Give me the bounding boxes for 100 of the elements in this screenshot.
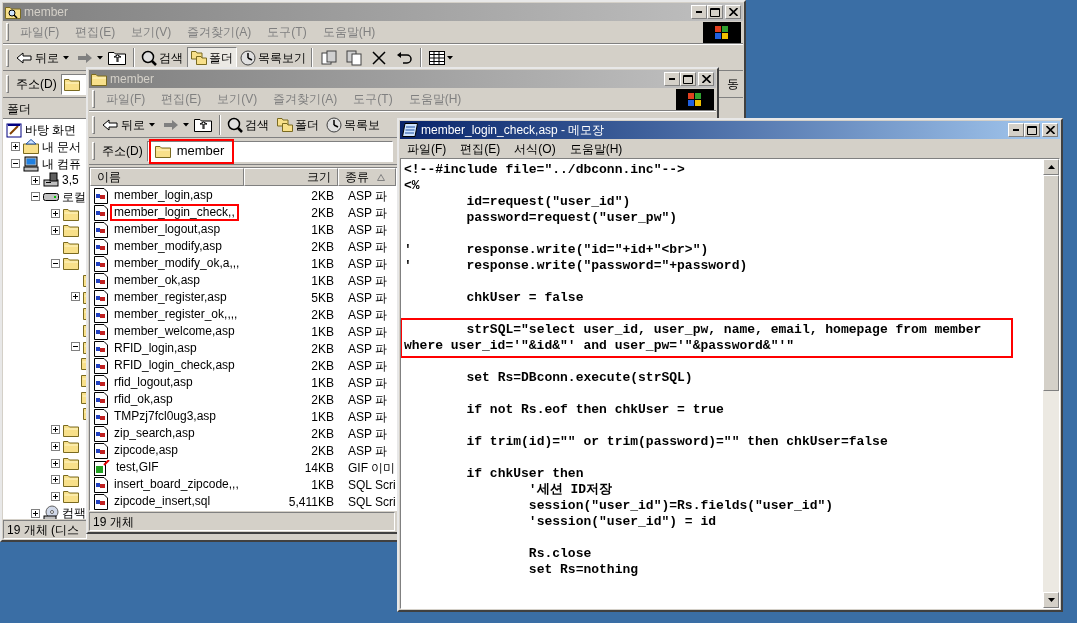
search-button[interactable]: 검색 <box>140 46 184 69</box>
tree-item-label[interactable]: 3,5 <box>62 173 79 188</box>
file-name[interactable]: member_login,asp <box>110 187 217 204</box>
file-type: ASP 파 <box>347 425 388 443</box>
caret-icon[interactable] <box>149 122 155 127</box>
expand-toggle[interactable] <box>31 508 40 518</box>
close-icon <box>701 75 711 83</box>
expand-toggle[interactable] <box>51 209 60 218</box>
address-field[interactable]: member <box>146 140 393 162</box>
search-button[interactable]: 검색 <box>226 113 270 136</box>
expand-toggle[interactable] <box>11 142 20 152</box>
expand-toggle[interactable] <box>71 292 80 302</box>
maximize-button[interactable] <box>1024 123 1040 137</box>
file-name[interactable]: rfid_logout,asp <box>110 374 197 391</box>
file-name[interactable]: member_modify_ok,a,,, <box>110 255 244 272</box>
minimize-button[interactable] <box>691 5 707 19</box>
menu-item[interactable]: 서식(O) <box>507 139 563 158</box>
maximize-button[interactable] <box>707 5 723 19</box>
collapse-toggle[interactable] <box>71 342 80 352</box>
caret-icon[interactable] <box>97 55 103 60</box>
file-name[interactable]: test,GIF <box>112 459 163 476</box>
up-arrow-icon <box>1047 165 1055 169</box>
tree-item-label[interactable]: 로컬 <box>62 189 86 204</box>
expand-toggle[interactable] <box>51 458 60 468</box>
maximize-button[interactable] <box>680 72 696 86</box>
back-button[interactable]: 뒤로 <box>15 46 60 69</box>
caret-icon[interactable] <box>447 55 453 60</box>
minimize-icon <box>669 78 675 80</box>
expand-toggle[interactable] <box>51 475 60 485</box>
file-name[interactable]: member_welcome,asp <box>110 323 239 340</box>
close-button[interactable] <box>698 72 714 86</box>
minimize-button[interactable] <box>664 72 680 86</box>
address-label: 주소(D) <box>102 143 143 160</box>
collapse-toggle[interactable] <box>51 258 60 268</box>
back-button[interactable]: 뒤로 <box>101 113 146 136</box>
scroll-thumb[interactable] <box>1043 175 1059 391</box>
script-file-icon <box>94 374 108 391</box>
expand-toggle[interactable] <box>51 491 60 501</box>
flag-icon <box>688 92 702 106</box>
toolbar-grip[interactable] <box>6 48 9 67</box>
expand-toggle[interactable] <box>51 442 60 451</box>
file-name[interactable]: insert_board_zipcode,,, <box>110 476 243 493</box>
file-name[interactable]: RFID_login_check,asp <box>110 357 239 374</box>
menu-item[interactable]: 도움말(H) <box>562 139 630 158</box>
code-line: id=request("user_id") <box>465 194 632 210</box>
toolbar-grip[interactable] <box>6 75 9 93</box>
forward-arrow-icon <box>163 118 179 131</box>
file-name[interactable]: TMPzj7fcl0ug3,asp <box>110 408 221 425</box>
expand-toggle[interactable] <box>31 175 40 185</box>
toolbar-grip[interactable] <box>92 115 95 134</box>
close-button[interactable] <box>725 5 741 19</box>
title-bar[interactable]: member_login_check,asp - 메모장 <box>400 121 1060 139</box>
go-button[interactable]: 동 <box>717 73 743 95</box>
collapse-toggle[interactable] <box>31 192 40 202</box>
folders-button[interactable]: 폴더 <box>187 46 237 69</box>
image-file-icon <box>94 459 110 476</box>
folder-icon <box>63 239 79 254</box>
toolbar-grip[interactable] <box>92 142 95 160</box>
expand-toggle[interactable] <box>51 225 60 235</box>
toolbar-grip[interactable] <box>92 90 95 108</box>
toolbar-grip[interactable] <box>6 23 9 41</box>
script-file-icon <box>94 306 108 323</box>
file-name[interactable]: member_register_ok,,,, <box>110 306 242 323</box>
code-line: <% <box>404 178 421 194</box>
file-name[interactable]: member_register,asp <box>110 289 231 306</box>
file-name[interactable]: member_login_check,, <box>110 204 239 221</box>
file-name[interactable]: rfid_ok,asp <box>110 391 177 408</box>
minimize-button[interactable] <box>1008 123 1024 137</box>
file-name[interactable]: member_ok,asp <box>110 272 205 289</box>
tree-item-label[interactable]: 내 컴퓨 <box>42 156 82 171</box>
expand-toggle[interactable] <box>51 425 60 435</box>
column-header[interactable]: 종류 <box>338 168 396 186</box>
file-name[interactable]: zipcode,asp <box>110 442 183 459</box>
code-line: password=request("user_pw") <box>465 210 679 226</box>
script-file-icon <box>94 476 108 493</box>
history-button[interactable]: 목록보 <box>326 113 380 136</box>
file-name[interactable]: member_logout,asp <box>110 221 225 238</box>
file-type: ASP 파 <box>347 306 388 324</box>
folders-button[interactable]: 폴더 <box>273 113 323 136</box>
file-name[interactable]: RFID_login,asp <box>110 340 201 357</box>
menu-item[interactable]: 파일(F) <box>400 139 454 158</box>
column-header[interactable]: 크기 <box>244 168 338 186</box>
tree-item-label[interactable]: 내 문서 <box>42 139 82 154</box>
tree-item-label[interactable]: 컴팩 <box>62 506 86 519</box>
file-name[interactable]: zipcode_insert,sql <box>110 493 215 510</box>
address-field[interactable] <box>60 73 87 95</box>
file-name[interactable]: member_modify,asp <box>110 238 226 255</box>
menu-item[interactable]: 편집(E) <box>453 139 508 158</box>
history-button[interactable]: 목록보기 <box>240 46 306 69</box>
tree-item-label[interactable]: 바탕 화면 <box>25 123 77 138</box>
scroll-down-button[interactable] <box>1043 592 1059 608</box>
column-header[interactable]: 이름 <box>90 168 244 186</box>
collapse-toggle[interactable] <box>11 159 20 169</box>
caret-icon[interactable] <box>63 55 69 60</box>
vertical-scrollbar[interactable] <box>1043 159 1059 608</box>
close-button[interactable] <box>1042 123 1058 137</box>
file-name[interactable]: zip_search,asp <box>110 425 199 442</box>
caret-icon[interactable] <box>183 122 189 127</box>
file-size: 1KB <box>310 374 334 392</box>
scroll-up-button[interactable] <box>1043 159 1059 175</box>
